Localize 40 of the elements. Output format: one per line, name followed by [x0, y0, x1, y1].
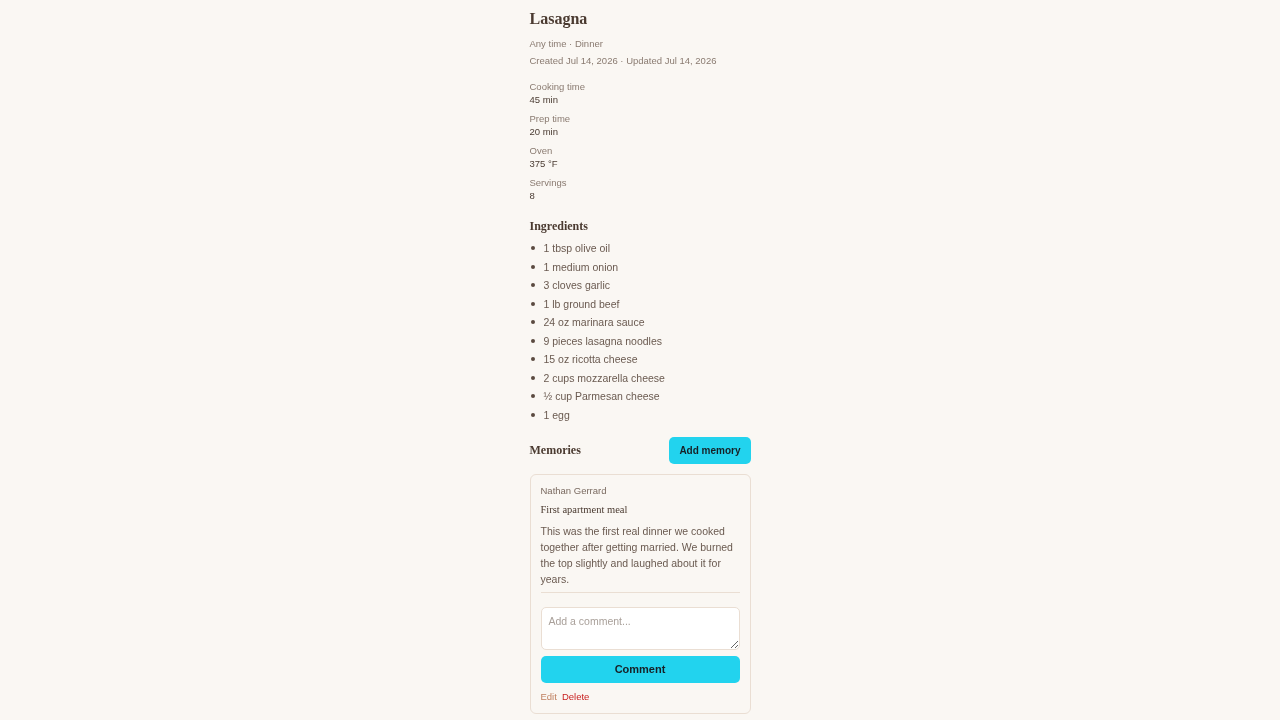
ingredient-item: 15 oz ricotta cheese: [543, 352, 638, 366]
bullet-icon: [530, 264, 535, 269]
detail-label: Oven: [529, 145, 554, 157]
detail-value: 45 min: [529, 93, 559, 106]
ingredient-item: 9 pieces lasagna noodles: [543, 333, 662, 348]
bullet-icon: [530, 301, 535, 306]
bullet-icon: [530, 320, 535, 324]
ingredient-item: 24 oz marinara sauce: [543, 315, 645, 329]
detail-label: Servings: [529, 177, 568, 189]
bullet-icon: [530, 412, 535, 417]
ingredient-item: 2 cups mozzarella cheese: [543, 370, 665, 385]
comment-field[interactable]: Add a comment...: [540, 606, 740, 650]
ingredient-item: 3 cloves garlic: [543, 278, 611, 292]
detail-value: 375 °F: [529, 157, 559, 170]
section-heading: Memories: [529, 443, 581, 457]
ingredient-item: 1 egg: [543, 407, 570, 422]
bullet-icon: [530, 394, 535, 398]
bullet-icon: [530, 246, 535, 250]
recipe-dates: Created Jul 14, 2026 · Updated Jul 14, 2026: [529, 54, 718, 67]
add-memory-button[interactable]: Add memory: [669, 436, 751, 464]
memory-title: First apartment meal: [540, 502, 629, 516]
detail-label: Prep time: [529, 113, 572, 125]
bullet-icon: [530, 357, 535, 361]
recipe-title: Lasagna: [529, 9, 589, 29]
memory-author: Nathan Gerrard: [540, 484, 608, 497]
recipe-meta: Any time · Dinner: [529, 37, 604, 50]
detail-value: 8: [529, 189, 536, 202]
section-heading: Ingredients: [529, 219, 589, 233]
comment-button[interactable]: Comment: [540, 655, 740, 683]
ingredient-item: 1 lb ground beef: [543, 296, 620, 311]
bullet-icon: [530, 338, 535, 343]
detail-label: Cooking time: [529, 81, 586, 93]
bullet-icon: [530, 283, 535, 287]
detail-value: 20 min: [529, 125, 559, 138]
memory-text: This was the first real dinner we cooked together after getting married. We burned the top slightly and laughed about it for years.: [540, 523, 734, 587]
ingredient-item: ½ cup Parmesan cheese: [543, 389, 660, 403]
bullet-icon: [530, 375, 535, 380]
ingredient-item: 1 medium onion: [543, 259, 619, 274]
delete-link[interactable]: Delete: [561, 690, 590, 703]
ingredient-item: 1 tbsp olive oil: [543, 241, 611, 255]
